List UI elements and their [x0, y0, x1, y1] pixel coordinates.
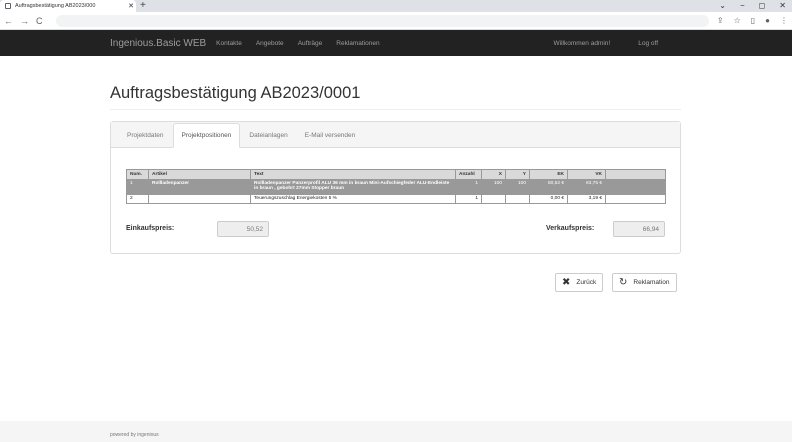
cell-empty: [605, 179, 666, 195]
back-button[interactable]: ✖ Zurück: [555, 273, 604, 292]
positions-table: Num. Artikel Text Anzahl X Y EK VK 1 Rol…: [126, 169, 666, 204]
app-navbar: Ingenious.Basic WEB Kontakte Angebote Au…: [0, 30, 792, 56]
new-tab-button[interactable]: +: [140, 0, 146, 12]
col-anzahl-header[interactable]: Anzahl: [455, 169, 482, 180]
browser-tab-title: Auftragsbestätigung AB2023/000: [15, 3, 96, 9]
col-empty-header: [605, 169, 666, 180]
tab-dateianlagen[interactable]: Dateianlagen: [241, 124, 295, 147]
cell-text: Rollladenpanzer Panzerprofil ALU 36 mm i…: [250, 179, 456, 195]
einkaufspreis-label: Einkaufspreis:: [126, 225, 175, 232]
table-header-row: Num. Artikel Text Anzahl X Y EK VK: [126, 169, 666, 180]
cell-num: 2: [126, 194, 149, 204]
browser-tab[interactable]: Auftragsbestätigung AB2023/000 ✕: [0, 0, 136, 12]
col-y-header[interactable]: Y: [505, 169, 530, 180]
browser-menu-icon[interactable]: ⋮: [780, 16, 788, 25]
side-panel-icon[interactable]: ▯: [751, 16, 755, 25]
col-artikel-header[interactable]: Artikel: [148, 169, 251, 180]
share-icon[interactable]: ⇪: [717, 16, 724, 25]
browser-tabbar: Auftragsbestätigung AB2023/000 ✕ + ⌄ − ◻…: [0, 0, 792, 12]
cell-num: 1: [126, 179, 149, 195]
refresh-icon: ↻: [619, 277, 628, 288]
window-controls: ⌄ − ◻ ✕: [719, 0, 786, 12]
forward-arrow-icon[interactable]: →: [20, 16, 29, 26]
reklamation-button-label: Reklamation: [633, 279, 670, 286]
verkaufspreis-field: 66,94: [613, 221, 665, 237]
tab-projektdaten[interactable]: Projektdaten: [119, 124, 172, 147]
back-arrow-icon[interactable]: ←: [4, 16, 13, 26]
cell-text: Teuerungszuschlag Energiekosten 5 %: [250, 194, 456, 204]
back-button-label: Zurück: [576, 279, 597, 286]
cell-y: 100: [505, 179, 530, 195]
nav-link-auftraege[interactable]: Aufträge: [298, 40, 323, 47]
cell-ek: 50,52 €: [529, 179, 568, 195]
cell-x: 100: [481, 179, 506, 195]
tab-search-icon[interactable]: ⌄: [719, 0, 726, 12]
page-footer: powered by ingenious: [0, 421, 792, 442]
cell-x: [481, 194, 506, 204]
tab-projektpositionen[interactable]: Projektpositionen: [172, 123, 241, 148]
footer-text: powered by ingenious: [110, 432, 159, 438]
col-vk-header[interactable]: VK: [567, 169, 606, 180]
section-tabs: Projektdaten Projektpositionen Dateianla…: [111, 122, 680, 148]
logout-link[interactable]: Log off: [638, 40, 658, 47]
profile-icon[interactable]: ●: [765, 16, 770, 25]
minimize-window-button[interactable]: −: [740, 0, 745, 12]
close-x-icon: ✖: [562, 277, 571, 288]
reklamation-button[interactable]: ↻ Reklamation: [612, 273, 677, 292]
nav-link-reklamationen[interactable]: Reklamationen: [336, 40, 379, 47]
verkaufspreis-label: Verkaufspreis:: [546, 225, 595, 232]
col-x-header[interactable]: X: [481, 169, 506, 180]
page-favicon-icon: [5, 3, 11, 9]
close-window-button[interactable]: ✕: [779, 0, 786, 12]
brand-link[interactable]: Ingenious.Basic WEB: [110, 38, 206, 49]
cell-artikel: [148, 194, 251, 204]
title-divider: [110, 109, 681, 110]
page-title: Auftragsbestätigung AB2023/0001: [110, 84, 361, 102]
reload-icon[interactable]: C: [36, 16, 43, 26]
cell-empty: [605, 194, 666, 204]
restore-window-button[interactable]: ◻: [759, 0, 766, 12]
col-text-header[interactable]: Text: [250, 169, 456, 180]
cell-y: [505, 194, 530, 204]
cell-anzahl: 1: [455, 194, 482, 204]
tab-close-icon[interactable]: ✕: [126, 2, 136, 10]
nav-link-angebote[interactable]: Angebote: [256, 40, 284, 47]
cell-vk: 3,19 €: [567, 194, 606, 204]
browser-toolbar: ← → C ⇪ ☆ ▯ ● ⋮: [0, 12, 792, 30]
cell-artikel: Rollladenpanzer: [148, 179, 251, 195]
welcome-user-link[interactable]: Willkommen admin!: [554, 40, 611, 47]
einkaufspreis-field: 50,52: [217, 221, 269, 237]
col-num-header[interactable]: Num.: [126, 169, 149, 180]
table-row[interactable]: 1 Rollladenpanzer Rollladenpanzer Panzer…: [126, 179, 666, 195]
positions-panel: Projektdaten Projektpositionen Dateianla…: [110, 121, 681, 254]
address-bar[interactable]: [56, 14, 709, 27]
table-row[interactable]: 2 Teuerungszuschlag Energiekosten 5 % 1 …: [126, 194, 666, 204]
bookmark-star-icon[interactable]: ☆: [734, 16, 741, 25]
nav-link-kontakte[interactable]: Kontakte: [216, 40, 242, 47]
cell-anzahl: 1: [455, 179, 482, 195]
tab-email-versenden[interactable]: E-Mail versenden: [297, 124, 364, 147]
cell-vk: 63,75 €: [567, 179, 606, 195]
col-ek-header[interactable]: EK: [529, 169, 568, 180]
cell-ek: 0,00 €: [529, 194, 568, 204]
